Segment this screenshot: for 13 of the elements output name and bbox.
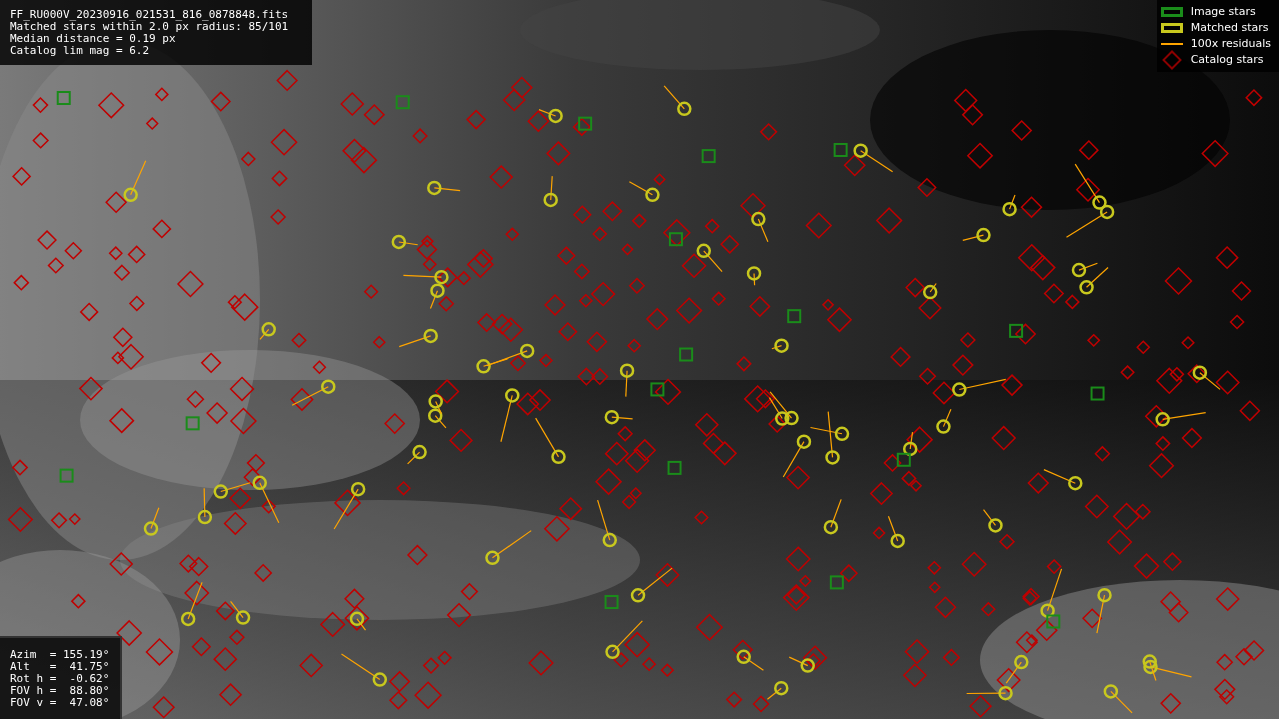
info-text: Median distance = 0.19 px [10, 33, 177, 45]
info-text: Catalog lim mag = 6.2 [10, 45, 151, 57]
legend-label: Image stars [1190, 6, 1256, 18]
legend-label: Catalog stars [1190, 54, 1264, 66]
pointing-text: Azim = 155.19° [10, 649, 110, 661]
info-text: FF_RU000V_20230916_021531_816_0878848.fits [10, 9, 290, 21]
legend-label: Matched stars [1190, 22, 1269, 34]
pointing-text: Alt = 41.75° [10, 661, 110, 673]
pointing-text: FOV v = 47.08° [10, 697, 110, 709]
legend-label: 100x residuals [1190, 38, 1271, 50]
info-text: Matched stars within 2.0 px radius: 85/101 [10, 21, 290, 33]
pointing-text: Rot h = -0.62° [10, 673, 110, 685]
pointing-text: FOV h = 88.80° [10, 685, 110, 697]
